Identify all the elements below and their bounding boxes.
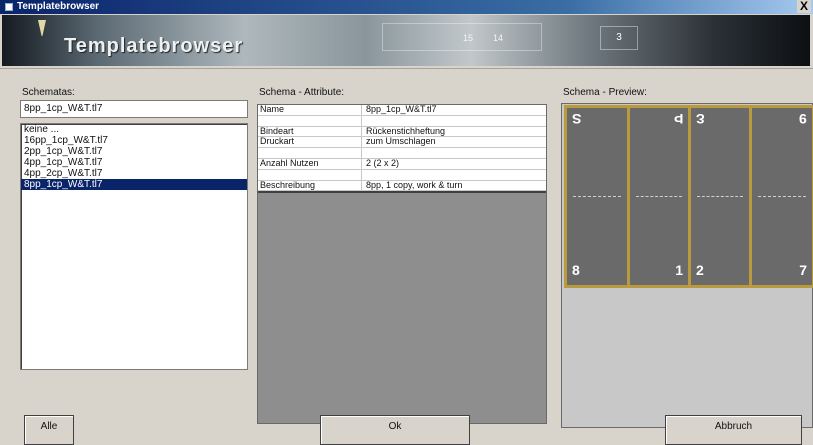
attribute-key [258,148,362,158]
preview-label: Schema - Preview: [563,87,647,98]
attribute-key: Beschreibung [258,180,362,191]
table-row[interactable]: Beschreibung 8pp, 1 copy, work & turn [258,179,546,192]
preview-page: 9 7 [752,108,812,285]
attribute-key: Name [258,104,362,115]
attributes-table[interactable]: Name 8pp_1cp_W&T.tl7 Bindeart Rückenstichhe… [258,104,546,194]
attribute-key [258,115,362,126]
fold-mark [697,196,743,198]
table-row[interactable]: Anzahl Nutzen 2 (2 x 2) [258,157,546,170]
ok-button[interactable]: Ok [320,415,470,445]
fold-mark [758,196,806,198]
schema-preview: S 8 Þ 1 Ɛ 2 9 7 [561,103,813,428]
table-row[interactable] [258,115,546,127]
page-number-bottom: 7 [799,262,807,278]
all-button[interactable]: Alle [24,415,74,445]
list-item[interactable]: 8pp_1cp_W&T.tl7 [21,179,247,190]
page-number-bottom: 1 [675,262,683,278]
banner-strip-number: 14 [493,33,504,43]
banner-strip-number: 15 [463,33,474,43]
page-number-top: S [572,111,582,127]
preview-page: Þ 1 [630,108,688,285]
list-item[interactable]: 4pp_2cp_W&T.tl7 [21,168,247,179]
attribute-value: Rückenstichheftung [366,125,446,136]
attributes-label: Schema - Attribute: [259,87,345,98]
close-button[interactable]: X [797,0,811,13]
table-row[interactable] [258,169,546,181]
table-row[interactable]: Druckart zum Umschlagen [258,136,546,149]
table-row[interactable]: Name 8pp_1cp_W&T.tl7 [258,104,546,116]
page-number-bottom: 8 [572,262,580,278]
window-icon [5,3,13,11]
fold-mark [636,196,682,198]
attribute-value: 8pp, 1 copy, work & turn [366,179,463,190]
page-number-top: 9 [799,111,807,127]
attributes-panel: Name 8pp_1cp_W&T.tl7 Bindeart Rückenstichhe… [257,104,547,424]
page-number-top: Þ [673,111,683,127]
page-number-bottom: 2 [696,262,704,278]
attribute-value: 2 (2 x 2) [366,157,400,168]
preview-page: Ɛ 2 [691,108,749,285]
attribute-value: zum Umschlagen [366,136,436,147]
attribute-key: Druckart [258,137,362,148]
list-item[interactable]: keine ... [21,124,247,135]
page-number-top: Ɛ [696,111,705,127]
attribute-key: Anzahl Nutzen [258,158,362,169]
title-bar: Templatebrowser X [0,0,813,14]
attribute-value [362,148,546,158]
list-item[interactable]: 2pp_1cp_W&T.tl7 [21,146,247,157]
banner-title: Templatebrowser [64,35,244,57]
cancel-button[interactable]: Abbruch [665,415,802,445]
list-item[interactable]: 4pp_1cp_W&T.tl7 [21,157,247,168]
divider [0,68,813,69]
preview-page: S 8 [567,108,627,285]
fold-mark [573,196,621,198]
funnel-icon [38,20,46,36]
window-title: Templatebrowser [17,1,100,12]
preview-sheet: S 8 Þ 1 Ɛ 2 9 7 [564,105,813,288]
attribute-key [258,169,362,180]
attribute-value [362,116,546,126]
schemata-name-field[interactable]: 8pp_1cp_W&T.tl7 [20,100,248,118]
schematas-label: Schematas: [22,87,75,98]
banner-strip: 15 14 [382,23,542,51]
header-banner: Templatebrowser 15 14 3 [2,15,810,66]
attribute-value: 8pp_1cp_W&T.tl7 [366,104,437,114]
attribute-value [362,170,546,180]
attribute-key: Bindeart [258,126,362,137]
list-item[interactable]: 16pp_1cp_W&T.tl7 [21,135,247,146]
banner-page-number: 3 [600,26,638,50]
schematas-list[interactable]: keine ... 16pp_1cp_W&T.tl7 2pp_1cp_W&T.tl7… [20,123,248,370]
